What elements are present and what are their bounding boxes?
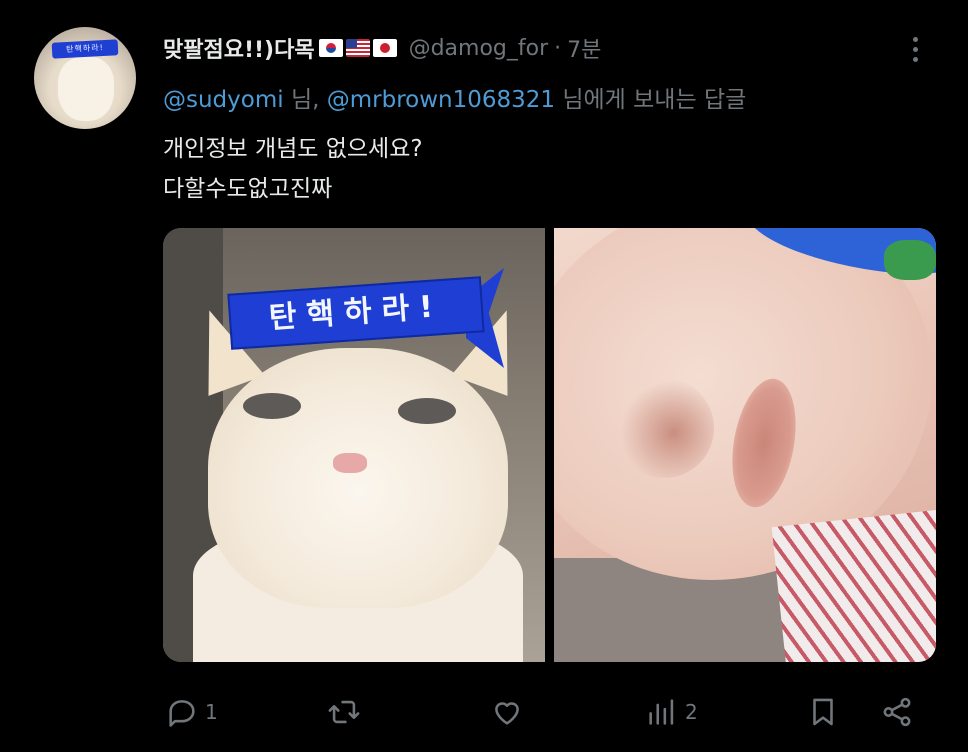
reply-context-text: 님에게 보내는 답글 [555, 87, 747, 113]
bookmark-icon [813, 698, 833, 726]
display-name[interactable]: 맞팔점요!!)다목 [163, 32, 315, 64]
action-bar: 1 2 [0, 690, 968, 734]
cat-eye [243, 393, 301, 419]
avatar-headband: 탄핵하라! [51, 39, 119, 59]
cat-eye [398, 398, 456, 424]
media-grid: 탄핵하라! [163, 228, 936, 662]
cat-head [208, 348, 508, 608]
hat-detail [884, 240, 936, 280]
reply-context: @sudyomi 님, @mrbrown1068321 님에게 보내는 답글 [163, 80, 746, 114]
kr-flag-icon [318, 39, 343, 57]
reply-count: 1 [205, 700, 218, 724]
tweet-header: 맞팔점요!!)다목 @damog_for · 7분 [163, 30, 601, 66]
views-chart-icon [649, 699, 674, 725]
reply-button[interactable]: 1 [165, 690, 218, 734]
retweet-button[interactable] [327, 690, 367, 734]
mention-link[interactable]: @sudyomi [163, 87, 284, 113]
reply-icon [169, 700, 195, 727]
headband-text: 탄핵하라! [227, 276, 485, 350]
heart-icon [495, 702, 519, 725]
striped-shirt [771, 509, 936, 662]
tweet-text-line: 다할수도없고진짜 [163, 176, 333, 202]
views-button[interactable]: 2 [645, 690, 698, 734]
flag-emojis [318, 39, 397, 57]
user-handle[interactable]: @damog_for [409, 36, 549, 61]
mention-link[interactable]: @mrbrown1068321 [327, 87, 555, 113]
separator-dot: · [554, 35, 562, 61]
media-image-cat[interactable]: 탄핵하라! [163, 228, 545, 662]
tweet-text: 개인정보 개념도 없으세요? 다할수도없고진짜 [163, 129, 423, 209]
avatar-cat-face [58, 57, 114, 121]
cat-nose [333, 453, 367, 473]
nose-shadow [614, 378, 714, 478]
timestamp[interactable]: 7분 [567, 32, 601, 64]
share-icon [883, 697, 911, 727]
bookmark-button[interactable] [806, 690, 840, 734]
jp-flag-icon [372, 39, 397, 57]
more-options-icon[interactable] [900, 32, 930, 66]
avatar[interactable]: 탄핵하라! [34, 27, 136, 129]
views-count: 2 [685, 700, 698, 724]
like-button[interactable] [490, 690, 530, 734]
us-flag-icon [345, 39, 370, 57]
tweet-text-line: 개인정보 개념도 없으세요? [163, 136, 423, 162]
retweet-icon [328, 700, 360, 724]
media-image-face[interactable] [554, 228, 936, 662]
reply-context-text: 님, [283, 87, 327, 113]
share-button[interactable] [880, 690, 914, 734]
